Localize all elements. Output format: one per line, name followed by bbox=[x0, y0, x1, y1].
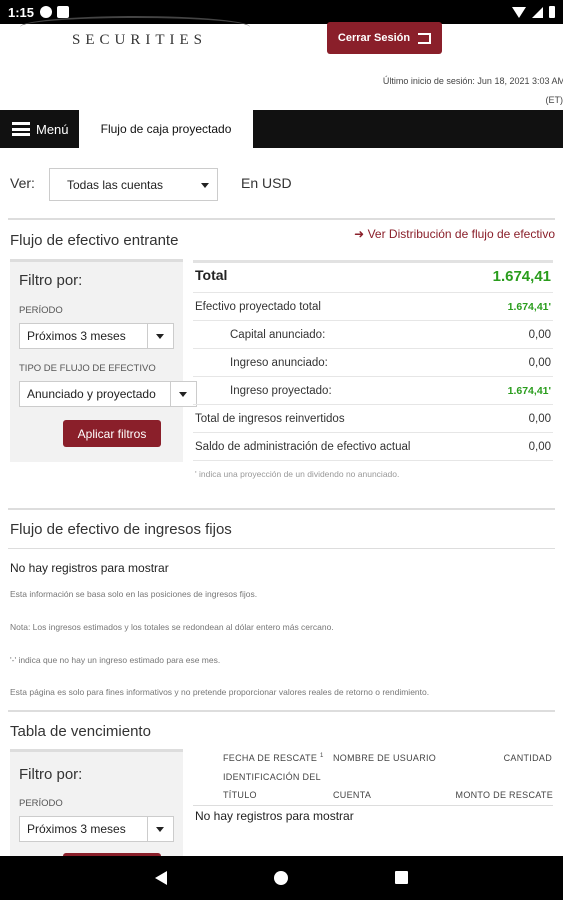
back-icon[interactable] bbox=[155, 871, 167, 885]
chevron-down-icon bbox=[156, 827, 164, 832]
account-select[interactable]: Todas las cuentas bbox=[49, 168, 218, 201]
maturity-empty: No hay registros para mostrar bbox=[195, 809, 354, 823]
logout-button[interactable]: Cerrar Sesión bbox=[327, 22, 442, 54]
cash-flow-type-label: TIPO DE FLUJO DE EFECTIVO bbox=[19, 363, 156, 374]
app-screen: 1:15 SECURITIES Cerrar Sesión Último ini… bbox=[0, 0, 563, 900]
divider bbox=[8, 508, 555, 510]
projection-note: ' indica una proyección de un dividendo … bbox=[195, 469, 400, 479]
fixed-income-note: '-' indica que no hay un ingreso estimad… bbox=[10, 655, 221, 665]
recent-apps-icon[interactable] bbox=[395, 871, 408, 884]
chevron-down-icon bbox=[201, 182, 209, 188]
app-notification-icon bbox=[57, 6, 70, 18]
apply-filters-button[interactable]: Aplicar filtros bbox=[63, 420, 161, 447]
table-row: Ingreso anunciado: 0,00 bbox=[193, 349, 553, 377]
row-value: 1.674,41 bbox=[492, 268, 551, 285]
table-row: Saldo de administración de efectivo actu… bbox=[193, 433, 553, 461]
table-row: Capital anunciado: 0,00 bbox=[193, 321, 553, 349]
cash-flow-distribution-link[interactable]: ➜ Ver Distribución de flujo de efectivo bbox=[354, 227, 555, 241]
column-header-title: TÍTULO bbox=[223, 790, 257, 800]
distribution-link-label: Ver Distribución de flujo de efectivo bbox=[367, 227, 555, 241]
table-row: Efectivo proyectado total 1.674,41' bbox=[193, 293, 553, 321]
notification-icon bbox=[40, 6, 53, 18]
arrow-right-icon: ➜ bbox=[354, 227, 368, 241]
row-label: Total bbox=[195, 267, 228, 283]
fixed-income-note: Nota: Los ingresos estimados y los total… bbox=[10, 622, 334, 632]
period-select[interactable]: Próximos 3 meses bbox=[19, 323, 174, 349]
footnote-mark: 1 bbox=[319, 753, 324, 759]
wifi-icon bbox=[512, 6, 526, 18]
period-select-value: Próximos 3 meses bbox=[27, 329, 126, 343]
menu-label: Menú bbox=[36, 121, 69, 137]
column-header-account: CUENTA bbox=[333, 790, 372, 800]
tab-projected-cash-flow[interactable]: Flujo de caja proyectado bbox=[79, 110, 253, 148]
row-label: Ingreso anunciado: bbox=[230, 357, 328, 369]
table-row: Ingreso proyectado: 1.674,41' bbox=[193, 377, 553, 405]
menu-button[interactable]: Menú bbox=[12, 110, 69, 148]
chevron-down-icon bbox=[156, 334, 164, 339]
account-select-value: Todas las cuentas bbox=[67, 177, 164, 192]
top-navbar: Menú Flujo de caja proyectado bbox=[0, 110, 563, 148]
last-login-timezone: (ET) bbox=[545, 95, 563, 105]
period-label: PERÍODO bbox=[19, 305, 63, 316]
inflow-filter-panel: Filtro por: PERÍODO Próximos 3 meses TIP… bbox=[10, 259, 197, 462]
home-icon[interactable] bbox=[274, 871, 288, 885]
column-header-redemption-amount: MONTO DE RESCATE bbox=[455, 790, 553, 800]
period-select[interactable]: Próximos 3 meses bbox=[19, 816, 174, 842]
fixed-income-title: Flujo de efectivo de ingresos fijos bbox=[10, 521, 232, 538]
period-select-value: Próximos 3 meses bbox=[27, 822, 126, 836]
row-label: Efectivo proyectado total bbox=[195, 301, 321, 313]
brand-name: SECURITIES bbox=[72, 32, 208, 48]
fixed-income-note: Esta página es solo para fines informati… bbox=[10, 687, 430, 697]
type-select-value: Anunciado y proyectado bbox=[27, 387, 156, 401]
currency-label: En USD bbox=[241, 175, 292, 191]
period-label: PERÍODO bbox=[19, 798, 63, 809]
battery-icon bbox=[549, 6, 555, 18]
hamburger-icon bbox=[12, 122, 30, 136]
logout-icon bbox=[418, 32, 432, 44]
row-label: Ingreso proyectado: bbox=[230, 385, 332, 397]
row-value: 0,00 bbox=[528, 413, 551, 425]
filter-title: Filtro por: bbox=[19, 272, 83, 289]
status-time: 1:15 bbox=[8, 4, 35, 20]
maturity-title: Tabla de vencimiento bbox=[10, 723, 151, 740]
inflow-totals-table: Total 1.674,41 Efectivo proyectado total… bbox=[193, 260, 553, 461]
column-header-user-name: NOMBRE DE USUARIO bbox=[333, 753, 437, 763]
inflow-title: Flujo de efectivo entrante bbox=[10, 232, 179, 249]
signal-icon bbox=[532, 6, 543, 18]
row-label: Total de ingresos reinvertidos bbox=[195, 413, 345, 425]
table-row: Total de ingresos reinvertidos 0,00 bbox=[193, 405, 553, 433]
filter-title: Filtro por: bbox=[19, 766, 83, 783]
view-label: Ver: bbox=[10, 175, 35, 191]
row-label: Saldo de administración de efectivo actu… bbox=[195, 441, 411, 453]
system-navigation-bar bbox=[0, 856, 563, 900]
chevron-down-icon bbox=[179, 392, 187, 397]
divider bbox=[8, 218, 555, 220]
fixed-income-note: Esta información se basa solo en las pos… bbox=[10, 589, 258, 599]
row-value: 0,00 bbox=[528, 357, 551, 369]
column-header-quantity: CANTIDAD bbox=[503, 753, 552, 763]
row-value: 0,00 bbox=[528, 329, 551, 341]
divider bbox=[193, 805, 553, 806]
brand-logo: SECURITIES bbox=[20, 16, 250, 54]
row-label: Capital anunciado: bbox=[230, 329, 326, 341]
cash-flow-type-select[interactable]: Anunciado y proyectado bbox=[19, 381, 197, 407]
column-header-redemption-date: FECHA DE RESCATE 1 bbox=[223, 753, 324, 763]
divider bbox=[8, 710, 555, 712]
row-value: 1.674,41' bbox=[507, 385, 551, 397]
last-login-text: Último inicio de sesión: Jun 18, 2021 3:… bbox=[382, 76, 563, 86]
divider bbox=[8, 548, 555, 549]
maturity-filter-panel: Filtro por: PERÍODO Próximos 3 meses bbox=[10, 749, 183, 880]
fixed-income-empty: No hay registros para mostrar bbox=[10, 561, 169, 575]
column-header-identification: IDENTIFICACIÓN DEL bbox=[223, 772, 321, 782]
row-value: 0,00 bbox=[528, 441, 551, 453]
total-row: Total 1.674,41 bbox=[193, 263, 553, 293]
logout-label: Cerrar Sesión bbox=[337, 32, 411, 44]
row-value: 1.674,41' bbox=[507, 301, 551, 313]
